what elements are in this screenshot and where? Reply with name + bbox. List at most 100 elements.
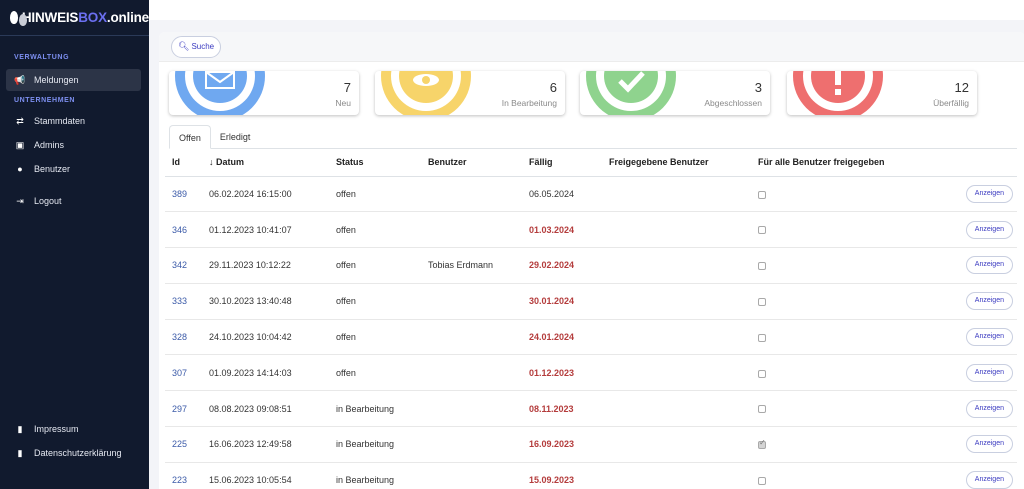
stat-card-in-bearbeitung[interactable]: 6 In Bearbeitung xyxy=(375,71,565,115)
col-header-actions xyxy=(951,149,1017,177)
cell-datum: 15.06.2023 10:05:54 xyxy=(202,462,329,489)
brand-logo[interactable]: HINWEISBOX.online xyxy=(0,0,149,36)
book-icon: ▮ xyxy=(17,447,23,458)
cell-freigegebene-benutzer xyxy=(602,247,751,284)
show-button[interactable]: Anzeigen xyxy=(965,220,1013,239)
cell-id[interactable]: 297 xyxy=(165,390,202,428)
cell-faellig: 24.01.2024 xyxy=(522,319,602,356)
cell-fuer-alle xyxy=(751,283,951,320)
cell-fuer-alle xyxy=(751,462,951,489)
stat-label: Neu xyxy=(335,98,351,108)
col-header-datum[interactable]: ↓ Datum xyxy=(202,149,329,177)
brand-name: HINWEISBOX.online xyxy=(21,10,149,25)
tab-erledigt[interactable]: Erledigt xyxy=(211,125,260,149)
sidebar-item-label: Stammdaten xyxy=(34,116,86,126)
cell-benutzer xyxy=(421,176,522,213)
table-row: 342 29.11.2023 10:12:22 offen Tobias Erdman… xyxy=(165,247,1017,284)
cell-datum: 08.08.2023 09:08:51 xyxy=(202,390,329,428)
shared-all-checkbox[interactable] xyxy=(758,438,766,450)
sidebar-item-logout[interactable]: ⇥ Logout xyxy=(6,190,141,212)
sidebar-item-meldungen[interactable]: 📢 Meldungen xyxy=(6,69,141,91)
stat-value: 6 xyxy=(549,80,557,95)
cell-benutzer xyxy=(421,426,522,463)
cell-id[interactable]: 307 xyxy=(165,354,202,392)
cell-status: offen xyxy=(329,211,421,249)
show-button[interactable]: Anzeigen xyxy=(965,292,1013,311)
search-label: Suche xyxy=(191,42,215,51)
show-button[interactable]: Anzeigen xyxy=(965,184,1013,203)
cell-faellig: 16.09.2023 xyxy=(522,426,602,463)
cell-freigegebene-benutzer xyxy=(602,462,751,489)
cell-id[interactable]: 223 xyxy=(165,462,202,489)
cell-faellig: 01.12.2023 xyxy=(522,354,602,392)
eye-icon xyxy=(411,73,441,89)
cell-datum: 01.09.2023 14:14:03 xyxy=(202,354,329,392)
exclamation-icon xyxy=(831,71,845,97)
shared-all-checkbox[interactable] xyxy=(758,333,766,342)
cell-freigegebene-benutzer xyxy=(602,176,751,213)
sidebar-item-impressum[interactable]: ▮ Impressum xyxy=(6,418,141,440)
cell-benutzer xyxy=(421,354,522,392)
shared-all-checkbox[interactable] xyxy=(758,262,766,271)
cell-benutzer xyxy=(421,319,522,356)
shared-all-checkbox[interactable] xyxy=(758,226,766,235)
cell-id[interactable]: 389 xyxy=(165,176,202,213)
cell-faellig: 08.11.2023 xyxy=(522,390,602,428)
nav-section-unternehmen: UNTERNEHMEN xyxy=(14,97,76,104)
sidebar-item-admins[interactable]: ▣ Admins xyxy=(6,134,141,156)
col-header-fuer-alle[interactable]: Für alle Benutzer freigegeben xyxy=(751,149,951,177)
cell-datum: 16.06.2023 12:49:58 xyxy=(202,426,329,463)
shared-all-checkbox[interactable] xyxy=(758,405,766,414)
envelope-icon xyxy=(205,71,235,91)
cell-benutzer xyxy=(421,390,522,428)
stat-card-abgeschlossen[interactable]: 3 Abgeschlossen xyxy=(580,71,770,115)
cell-status: offen xyxy=(329,283,421,320)
shared-all-checkbox[interactable] xyxy=(758,297,766,306)
cell-id[interactable]: 342 xyxy=(165,247,202,284)
cell-benutzer xyxy=(421,462,522,489)
show-button[interactable]: Anzeigen xyxy=(965,363,1013,382)
cell-id[interactable]: 225 xyxy=(165,426,202,463)
sidebar-item-benutzer[interactable]: ● Benutzer xyxy=(6,158,141,180)
show-button[interactable]: Anzeigen xyxy=(965,435,1013,454)
show-button[interactable]: Anzeigen xyxy=(965,328,1013,347)
sidebar-item-label: Datenschutzerklärung xyxy=(34,448,122,458)
sidebar-item-label: Meldungen xyxy=(34,75,79,85)
show-button[interactable]: Anzeigen xyxy=(965,471,1013,489)
table-row: 297 08.08.2023 09:08:51 in Bearbeitung 08.1… xyxy=(165,390,1017,428)
stat-card-neu[interactable]: 7 Neu xyxy=(169,71,359,115)
cell-faellig: 01.03.2024 xyxy=(522,211,602,249)
book-icon: ▮ xyxy=(17,423,23,434)
stat-label: In Bearbeitung xyxy=(501,98,557,108)
shared-all-checkbox[interactable] xyxy=(758,476,766,485)
cell-datum: 01.12.2023 10:41:07 xyxy=(202,211,329,249)
nav-section-verwaltung: VERWALTUNG xyxy=(14,54,70,61)
col-header-id[interactable]: Id xyxy=(165,149,202,177)
cell-id[interactable]: 333 xyxy=(165,283,202,320)
col-header-status[interactable]: Status xyxy=(329,149,421,177)
sidebar-item-label: Impressum xyxy=(34,424,79,434)
cell-status: in Bearbeitung xyxy=(329,426,421,463)
col-header-freigegebene-benutzer[interactable]: Freigegebene Benutzer xyxy=(602,149,751,177)
cell-id[interactable]: 328 xyxy=(165,319,202,356)
cell-actions: Anzeigen xyxy=(951,211,1017,249)
show-button[interactable]: Anzeigen xyxy=(965,256,1013,275)
cell-datum: 30.10.2023 13:40:48 xyxy=(202,283,329,320)
col-header-faellig[interactable]: Fällig xyxy=(522,149,602,177)
search-button[interactable]: 🔍︎ Suche xyxy=(171,35,222,58)
shared-all-checkbox[interactable] xyxy=(758,190,766,199)
stat-card-ueberfaellig[interactable]: 12 Überfällig xyxy=(787,71,977,115)
status-tabs: Offen Erledigt xyxy=(169,125,1017,149)
tab-offen[interactable]: Offen xyxy=(169,125,211,149)
cell-id[interactable]: 346 xyxy=(165,211,202,249)
cell-status: offen xyxy=(329,176,421,213)
cell-benutzer xyxy=(421,283,522,320)
shared-all-checkbox[interactable] xyxy=(758,369,766,378)
col-header-benutzer[interactable]: Benutzer xyxy=(421,149,522,177)
show-button[interactable]: Anzeigen xyxy=(965,399,1013,418)
cell-status: offen xyxy=(329,354,421,392)
megaphone-icon: 📢 xyxy=(14,74,26,85)
sidebar-item-datenschutz[interactable]: ▮ Datenschutzerklärung xyxy=(6,442,141,464)
sidebar-item-stammdaten[interactable]: ⇄ Stammdaten xyxy=(6,110,141,132)
cell-benutzer xyxy=(421,211,522,249)
